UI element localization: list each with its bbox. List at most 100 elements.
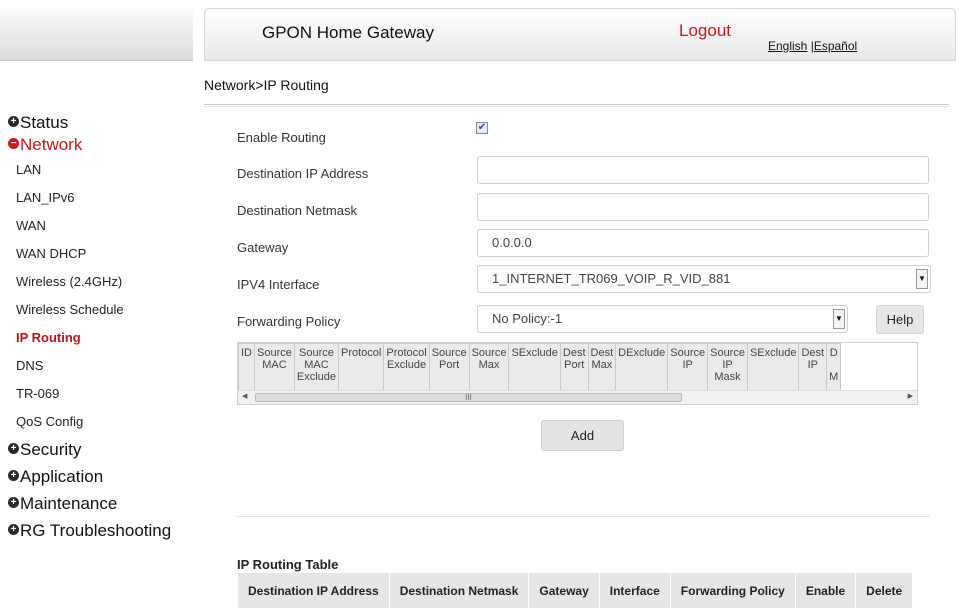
- nav-group-status[interactable]: + Status: [0, 112, 193, 134]
- breadcrumb: Network>IP Routing: [204, 77, 329, 93]
- column-header-line: MAC: [304, 359, 329, 371]
- add-button[interactable]: Add: [541, 420, 624, 451]
- routing-table-title: IP Routing Table: [237, 557, 339, 572]
- column-header-line: Protocol: [386, 347, 427, 359]
- sidebar-item-dns[interactable]: DNS: [0, 352, 193, 380]
- column-header-line: MAC: [262, 359, 287, 371]
- column-header-line: Source: [257, 347, 292, 359]
- policy-table-column-header: SExclude: [508, 343, 561, 391]
- column-header-line: Max: [478, 359, 500, 371]
- policy-table-column-header: ID: [238, 343, 255, 391]
- sidebar-item-tr069[interactable]: TR-069: [0, 380, 193, 408]
- help-button[interactable]: Help: [876, 305, 924, 334]
- column-header-line: Source: [299, 347, 334, 359]
- column-header-line: Dest: [562, 347, 586, 359]
- column-header-line: Source: [471, 347, 507, 359]
- routing-table-header-row: Destination IP Address Destination Netmas…: [237, 572, 914, 609]
- column-header-line: IP: [682, 359, 693, 371]
- sidebar-item-wan[interactable]: WAN: [0, 212, 193, 240]
- page-header: GPON Home Gateway Logout English |Españo…: [204, 8, 956, 61]
- scroll-left-icon[interactable]: ◀: [242, 392, 247, 400]
- sidebar-item-lan[interactable]: LAN: [0, 156, 193, 184]
- gateway-input[interactable]: 0.0.0.0: [477, 229, 929, 257]
- policy-table-column-header: Source MAC: [254, 343, 295, 391]
- dest-mask-label: Destination Netmask: [237, 203, 357, 218]
- enable-routing-checkbox[interactable]: ✔: [476, 122, 488, 134]
- nav-group-maintenance[interactable]: + Maintenance: [0, 493, 193, 515]
- column-header-line: Source: [670, 347, 706, 359]
- breadcrumb-divider: [204, 104, 949, 107]
- sidebar-item-wan-dhcp[interactable]: WAN DHCP: [0, 240, 193, 268]
- lang-english-link[interactable]: English: [768, 39, 807, 53]
- policy-table-column-header: Source IP: [667, 343, 709, 391]
- sidebar-item-wireless[interactable]: Wireless (2.4GHz): [0, 268, 193, 296]
- nav-group-security[interactable]: + Security: [0, 439, 193, 461]
- policy-table-column-header: Dest IP: [798, 343, 828, 391]
- column-header-line: M: [829, 371, 839, 383]
- plus-circle-icon: +: [8, 442, 19, 454]
- sidebar-nav: + Status − Network LAN LAN_IPv6 WAN WAN …: [0, 112, 193, 542]
- routing-table-column-header: Forwarding Policy: [669, 572, 796, 609]
- policy-table-column-header: Source Port: [428, 343, 470, 391]
- nav-group-label: Network: [20, 135, 83, 154]
- column-header-line: D: [829, 347, 838, 359]
- check-icon: ✔: [477, 122, 487, 133]
- sidebar-item-lan-ipv6[interactable]: LAN_IPv6: [0, 184, 193, 212]
- nav-group-label: Security: [20, 440, 82, 459]
- lang-espanol-link[interactable]: Español: [814, 39, 857, 53]
- scrollbar-thumb[interactable]: III: [255, 393, 682, 402]
- policy-table-container: ID Source MAC Source MAC Exclude Protocol Proto…: [237, 342, 918, 405]
- column-header-line: Source: [431, 347, 467, 359]
- logout-link[interactable]: Logout: [679, 21, 731, 41]
- scroll-right-icon[interactable]: ▶: [908, 392, 913, 400]
- sidebar: + Status − Network LAN LAN_IPv6 WAN WAN …: [0, 0, 193, 613]
- section-divider: [237, 516, 930, 517]
- column-header-line: Exclude: [386, 359, 427, 371]
- column-header-line: Port: [439, 359, 460, 371]
- column-header-line: Dest: [590, 347, 614, 359]
- column-header-line: DExclude: [618, 347, 666, 359]
- nav-group-network[interactable]: − Network: [0, 134, 193, 156]
- sidebar-item-ip-routing[interactable]: IP Routing: [0, 324, 193, 352]
- policy-table-column-header: DM: [826, 343, 842, 391]
- policy-table: ID Source MAC Source MAC Exclude Protocol Proto…: [238, 343, 842, 391]
- policy-table-column-header: Protocol Exclude: [383, 343, 430, 391]
- routing-table-column-header: Destination Netmask: [388, 572, 530, 609]
- routing-table-column-header: Destination IP Address: [237, 572, 390, 609]
- policy-table-column-header: Source Max: [468, 343, 510, 391]
- ipv4-interface-select[interactable]: 1_INTERNET_TR069_VOIP_R_VID_881 ▼: [477, 265, 931, 293]
- column-header-line: Exclude: [296, 371, 336, 383]
- nav-group-label: Application: [20, 467, 104, 486]
- ipv4-interface-value: 1_INTERNET_TR069_VOIP_R_VID_881: [492, 271, 731, 286]
- nav-group-label: RG Troubleshooting: [20, 521, 172, 540]
- policy-table-column-header: Protocol: [337, 343, 385, 391]
- enable-routing-label: Enable Routing: [237, 130, 326, 145]
- chevron-down-icon[interactable]: ▼: [916, 269, 928, 289]
- gateway-label: Gateway: [237, 240, 289, 255]
- plus-circle-icon: +: [8, 115, 19, 127]
- nav-group-application[interactable]: + Application: [0, 466, 193, 488]
- minus-circle-icon: −: [8, 137, 19, 149]
- column-header-line: Max: [591, 359, 613, 371]
- routing-table-column-header: Interface: [598, 572, 671, 609]
- column-header-line: Port: [564, 359, 585, 371]
- sidebar-logo-area: [0, 8, 193, 61]
- sidebar-item-wireless-schedule[interactable]: Wireless Schedule: [0, 296, 193, 324]
- nav-group-label: Maintenance: [20, 494, 118, 513]
- plus-circle-icon: +: [8, 523, 19, 535]
- policy-table-header-row: ID Source MAC Source MAC Exclude Protocol Proto…: [238, 343, 842, 391]
- policy-table-column-header: SExclude: [746, 343, 800, 391]
- policy-table-column-header: DExclude: [615, 343, 669, 391]
- dest-mask-input[interactable]: [477, 193, 929, 221]
- column-header-line: IP: [722, 359, 733, 371]
- forwarding-policy-select[interactable]: No Policy:-1 ▼: [477, 305, 848, 333]
- forwarding-policy-label: Forwarding Policy: [237, 314, 341, 329]
- chevron-down-icon[interactable]: ▼: [833, 309, 845, 329]
- horizontal-scrollbar[interactable]: ◀ III ▶: [238, 390, 917, 404]
- dest-ip-label: Destination IP Address: [237, 166, 369, 181]
- routing-table-column-header: Enable: [794, 572, 857, 609]
- sidebar-item-qos-config[interactable]: QoS Config: [0, 408, 193, 436]
- nav-group-rg-troubleshooting[interactable]: + RG Troubleshooting: [0, 520, 193, 542]
- dest-ip-input[interactable]: [477, 156, 929, 184]
- plus-circle-icon: +: [8, 496, 19, 508]
